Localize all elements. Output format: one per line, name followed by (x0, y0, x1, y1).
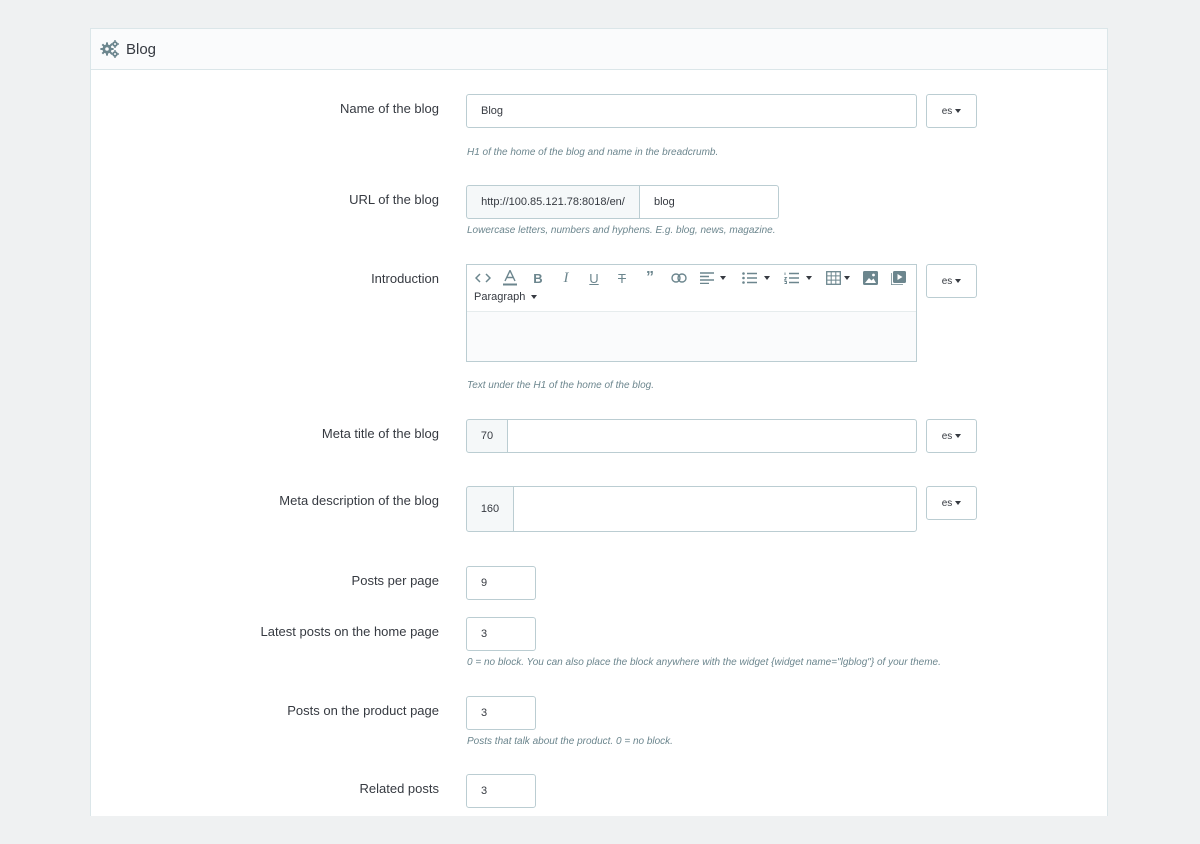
intro-label: Introduction (371, 271, 439, 286)
format-label: Paragraph (474, 291, 526, 303)
caret-down-icon (844, 276, 850, 280)
caret-down-icon (955, 109, 962, 113)
blog-name-value: Blog (481, 105, 504, 117)
url-slug-input[interactable]: blog (639, 185, 779, 219)
posts-per-page-value: 9 (481, 577, 488, 589)
name-help: H1 of the home of the blog and name in t… (467, 147, 719, 158)
posts-per-page-label: Posts per page (351, 573, 439, 588)
meta-title-lang-dropdown[interactable]: es (926, 419, 977, 453)
code-icon[interactable] (474, 270, 492, 286)
latest-home-input[interactable]: 3 (466, 617, 536, 651)
meta-desc-counter: 160 (466, 486, 514, 532)
name-lang-dropdown[interactable]: es (926, 94, 977, 128)
intro-lang-dropdown[interactable]: es (926, 264, 977, 298)
meta-title-counter: 70 (466, 419, 508, 453)
url-slug-value: blog (654, 196, 675, 208)
url-help: Lowercase letters, numbers and hyphens. … (467, 225, 776, 236)
meta-desc-lang-dropdown[interactable]: es (926, 486, 977, 520)
lang-label: es (941, 497, 953, 509)
latest-home-label: Latest posts on the home page (260, 624, 439, 639)
table-icon[interactable] (824, 270, 852, 286)
caret-down-icon (531, 295, 538, 299)
related-posts-label: Related posts (359, 781, 440, 796)
meta-title-input[interactable] (507, 419, 917, 453)
panel-header: Blog (91, 29, 1107, 70)
caret-down-icon (955, 434, 962, 438)
caret-down-icon (955, 501, 962, 505)
latest-home-help: 0 = no block. You can also place the blo… (467, 657, 941, 668)
underline-icon[interactable]: U (586, 270, 602, 286)
video-icon[interactable] (889, 270, 907, 286)
url-label: URL of the blog (349, 192, 439, 207)
lang-label: es (941, 105, 953, 117)
blog-name-input[interactable]: Blog (466, 94, 917, 128)
latest-home-value: 3 (481, 628, 488, 640)
product-posts-input[interactable]: 3 (466, 696, 536, 730)
caret-down-icon (764, 276, 770, 280)
font-color-icon[interactable] (502, 270, 518, 286)
related-posts-input[interactable]: 3 (466, 774, 536, 808)
caret-down-icon (806, 276, 812, 280)
lang-label: es (941, 430, 953, 442)
editor-toolbar: B I U T ” Paragraph (467, 265, 916, 312)
product-posts-help: Posts that talk about the product. 0 = n… (467, 736, 673, 747)
intro-rich-text-editor[interactable]: B I U T ” Paragraph (466, 264, 917, 362)
gears-icon (100, 40, 119, 58)
quote-icon[interactable]: ” (642, 269, 658, 286)
format-dropdown[interactable]: Paragraph (474, 291, 538, 303)
align-icon[interactable] (698, 270, 728, 286)
meta-desc-label: Meta description of the blog (279, 493, 439, 508)
intro-help: Text under the H1 of the home of the blo… (467, 380, 654, 391)
bullet-list-icon[interactable] (740, 270, 772, 286)
image-icon[interactable] (862, 270, 878, 286)
caret-down-icon (955, 279, 962, 283)
italic-icon[interactable]: I (558, 270, 574, 286)
name-label: Name of the blog (339, 101, 439, 116)
editor-content-area[interactable] (467, 312, 916, 361)
panel-title: Blog (126, 40, 157, 58)
product-posts-value: 3 (481, 707, 488, 719)
strikethrough-icon[interactable]: T (614, 270, 630, 286)
lang-label: es (941, 275, 953, 287)
product-posts-label: Posts on the product page (287, 703, 439, 718)
link-icon[interactable] (670, 270, 688, 286)
url-prefix: http://100.85.121.78:8018/en/ (466, 185, 640, 219)
meta-title-label: Meta title of the blog (321, 426, 439, 441)
bold-icon[interactable]: B (530, 270, 546, 286)
posts-per-page-input[interactable]: 9 (466, 566, 536, 600)
blog-settings-panel: Blog Name of the blog Blog es H1 of the … (90, 28, 1108, 816)
related-posts-value: 3 (481, 785, 488, 797)
caret-down-icon (720, 276, 726, 280)
numbered-list-icon[interactable] (782, 270, 814, 286)
meta-desc-input[interactable] (513, 486, 917, 532)
